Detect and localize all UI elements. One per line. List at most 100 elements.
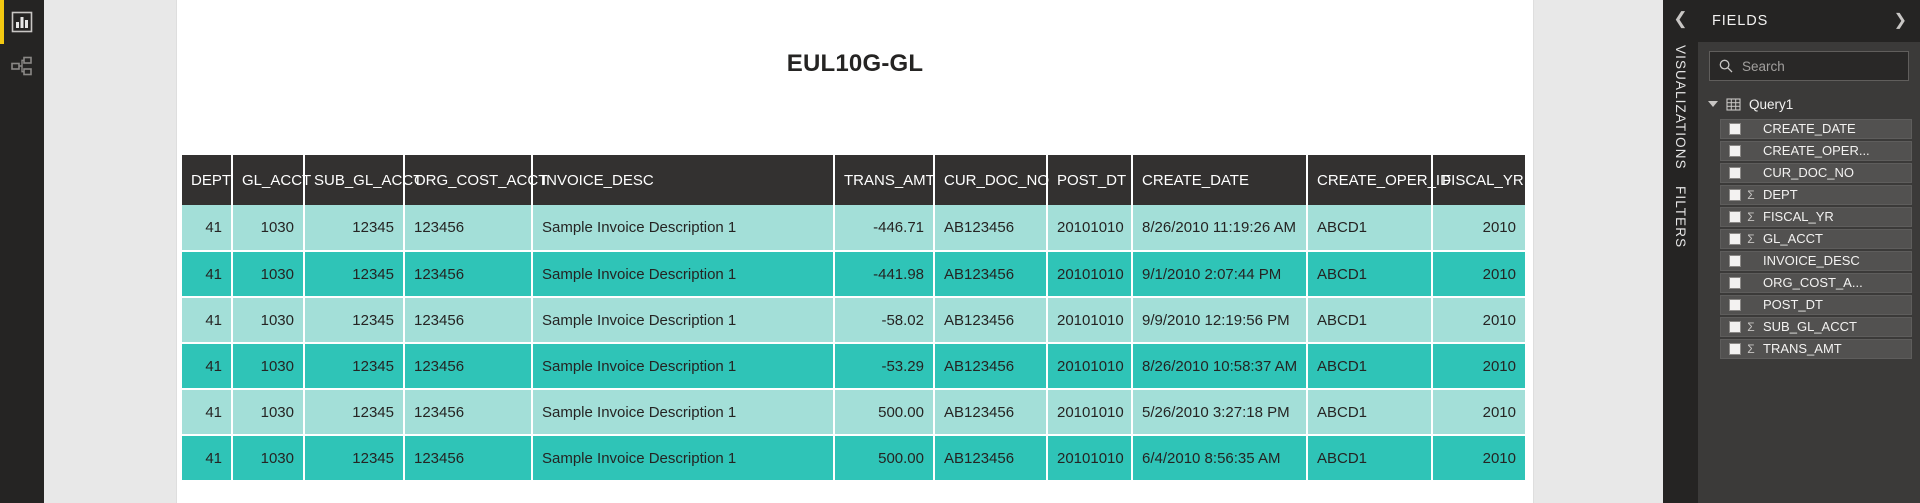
field-checkbox[interactable] (1729, 122, 1741, 135)
tab-filters[interactable]: FILTERS (1673, 186, 1688, 248)
cell-subgl: 12345 (304, 343, 405, 390)
column-header-create-oper-id[interactable]: CREATE_OPER_ID (1307, 155, 1451, 205)
model-view-button[interactable] (0, 44, 44, 88)
cell-org: 123456 (404, 389, 533, 436)
column-header-dept[interactable]: DEPT (182, 155, 233, 205)
column-header-post-dt[interactable]: POST_DT (1047, 155, 1133, 205)
cell-curdoc: AB123456 (934, 343, 1048, 390)
table-header-row: DEPT GL_ACCT SUB_GL_ACCT ORG_COST_ACCT I… (182, 155, 1525, 205)
table-row[interactable]: 41 1030 12345 123456 Sample Invoice Descript… (182, 297, 1525, 344)
field-checkbox[interactable] (1729, 276, 1741, 289)
report-canvas: EUL10G-GL DEPT GL_ACCT SUB_GL_ACCT ORG_C… (44, 0, 1663, 503)
cell-dept: 41 (182, 205, 233, 252)
cell-trans: -441.98 (834, 251, 935, 298)
chevron-down-icon[interactable] (1708, 101, 1718, 107)
cell-dept: 41 (182, 297, 233, 344)
chevron-right-icon[interactable]: ❯ (1894, 13, 1907, 29)
table-grid-icon (1726, 97, 1741, 111)
cell-oper: ABCD1 (1307, 435, 1433, 482)
table-row[interactable]: 41 1030 12345 123456 Sample Invoice Descript… (182, 435, 1525, 482)
field-list-item[interactable]: Σ TRANS_AMT (1720, 338, 1912, 359)
right-pane-tab-strip: ❮ VISUALIZATIONS FILTERS (1663, 0, 1698, 503)
field-list-item[interactable]: ΣORG_COST_A... (1720, 272, 1912, 293)
sigma-icon: Σ (1747, 209, 1755, 224)
field-list-item[interactable]: Σ SUB_GL_ACCT (1720, 316, 1912, 337)
sigma-icon: Σ (1747, 319, 1755, 334)
field-label: CREATE_OPER... (1763, 143, 1870, 159)
power-bi-window: EUL10G-GL DEPT GL_ACCT SUB_GL_ACCT ORG_C… (0, 0, 1920, 503)
cell-create: 8/26/2010 10:58:37 AM (1132, 343, 1308, 390)
cell-gl: 1030 (232, 435, 305, 482)
report-view-button[interactable] (0, 0, 44, 44)
column-header-create-date[interactable]: CREATE_DATE (1132, 155, 1308, 205)
cell-oper: ABCD1 (1307, 343, 1433, 390)
field-checkbox[interactable] (1729, 342, 1741, 355)
cell-org: 123456 (404, 251, 533, 298)
cell-create: 8/26/2010 11:19:26 AM (1132, 205, 1308, 252)
field-list-item[interactable]: ΣCUR_DOC_NO (1720, 162, 1912, 183)
table-row[interactable]: 41 1030 12345 123456 Sample Invoice Descript… (182, 389, 1525, 436)
cell-subgl: 12345 (304, 251, 405, 298)
field-checkbox[interactable] (1729, 298, 1741, 311)
field-label: TRANS_AMT (1763, 341, 1842, 357)
field-label: INVOICE_DESC (1763, 253, 1860, 269)
field-checkbox[interactable] (1729, 188, 1741, 201)
cell-post: 20101010 (1047, 205, 1133, 252)
field-checkbox[interactable] (1729, 232, 1741, 245)
tab-visualizations[interactable]: VISUALIZATIONS (1673, 45, 1688, 170)
fields-table-name: Query1 (1749, 96, 1794, 112)
table-row[interactable]: 41 1030 12345 123456 Sample Invoice Descript… (182, 205, 1525, 252)
cell-subgl: 12345 (304, 297, 405, 344)
field-checkbox[interactable] (1729, 144, 1741, 157)
cell-gl: 1030 (232, 297, 305, 344)
column-header-gl-acct[interactable]: GL_ACCT (232, 155, 311, 205)
field-list-item[interactable]: Σ GL_ACCT (1720, 228, 1912, 249)
cell-curdoc: AB123456 (934, 205, 1048, 252)
fields-table-node[interactable]: Query1 (1706, 91, 1912, 117)
field-list-item[interactable]: Σ FISCAL_YR (1720, 206, 1912, 227)
fields-search-box[interactable] (1709, 51, 1909, 81)
column-header-fiscal-yr[interactable]: FISCAL_YR (1432, 155, 1525, 205)
column-header-org-cost-acct[interactable]: ORG_COST_ACCT (404, 155, 547, 205)
fields-pane: FIELDS ❯ Que (1698, 0, 1920, 503)
table-row[interactable]: 41 1030 12345 123456 Sample Invoice Descript… (182, 343, 1525, 390)
cell-fy: 2010 (1432, 435, 1525, 482)
cell-trans: -53.29 (834, 343, 935, 390)
cell-inv: Sample Invoice Description 1 (532, 343, 835, 390)
cell-dept: 41 (182, 389, 233, 436)
cell-subgl: 12345 (304, 435, 405, 482)
search-input[interactable] (1742, 58, 1900, 74)
chevron-left-icon[interactable]: ❮ (1673, 10, 1687, 27)
field-label: SUB_GL_ACCT (1763, 319, 1857, 335)
cell-create: 9/9/2010 12:19:56 PM (1132, 297, 1308, 344)
cell-fy: 2010 (1432, 343, 1525, 390)
table-row[interactable]: 41 1030 12345 123456 Sample Invoice Descript… (182, 251, 1525, 298)
bar-chart-icon (11, 11, 33, 33)
cell-oper: ABCD1 (1307, 205, 1433, 252)
field-list: ΣCREATE_DATEΣCREATE_OPER...ΣCUR_DOC_NOΣD… (1706, 118, 1912, 359)
cell-dept: 41 (182, 435, 233, 482)
table-visual[interactable]: DEPT GL_ACCT SUB_GL_ACCT ORG_COST_ACCT I… (182, 155, 1525, 482)
column-header-trans-amt[interactable]: TRANS_AMT (834, 155, 935, 205)
field-list-item[interactable]: Σ DEPT (1720, 184, 1912, 205)
fields-tree: Query1 ΣCREATE_DATEΣCREATE_OPER...ΣCUR_D… (1698, 87, 1920, 503)
cell-create: 5/26/2010 3:27:18 PM (1132, 389, 1308, 436)
field-checkbox[interactable] (1729, 166, 1741, 179)
field-list-item[interactable]: ΣPOST_DT (1720, 294, 1912, 315)
report-page[interactable]: EUL10G-GL DEPT GL_ACCT SUB_GL_ACCT ORG_C… (177, 0, 1533, 503)
field-checkbox[interactable] (1729, 210, 1741, 223)
field-list-item[interactable]: ΣCREATE_OPER... (1720, 140, 1912, 161)
field-checkbox[interactable] (1729, 254, 1741, 267)
cell-post: 20101010 (1047, 435, 1133, 482)
field-checkbox[interactable] (1729, 320, 1741, 333)
cell-fy: 2010 (1432, 389, 1525, 436)
cell-fy: 2010 (1432, 205, 1525, 252)
column-header-invoice-desc[interactable]: INVOICE_DESC (532, 155, 835, 205)
column-header-cur-doc-no[interactable]: CUR_DOC_NO (934, 155, 1049, 205)
field-list-item[interactable]: ΣINVOICE_DESC (1720, 250, 1912, 271)
search-icon (1719, 59, 1733, 73)
column-header-sub-gl-acct[interactable]: SUB_GL_ACCT (304, 155, 422, 205)
cell-dept: 41 (182, 251, 233, 298)
fields-pane-header: FIELDS ❯ (1698, 0, 1920, 42)
field-list-item[interactable]: ΣCREATE_DATE (1720, 118, 1912, 139)
